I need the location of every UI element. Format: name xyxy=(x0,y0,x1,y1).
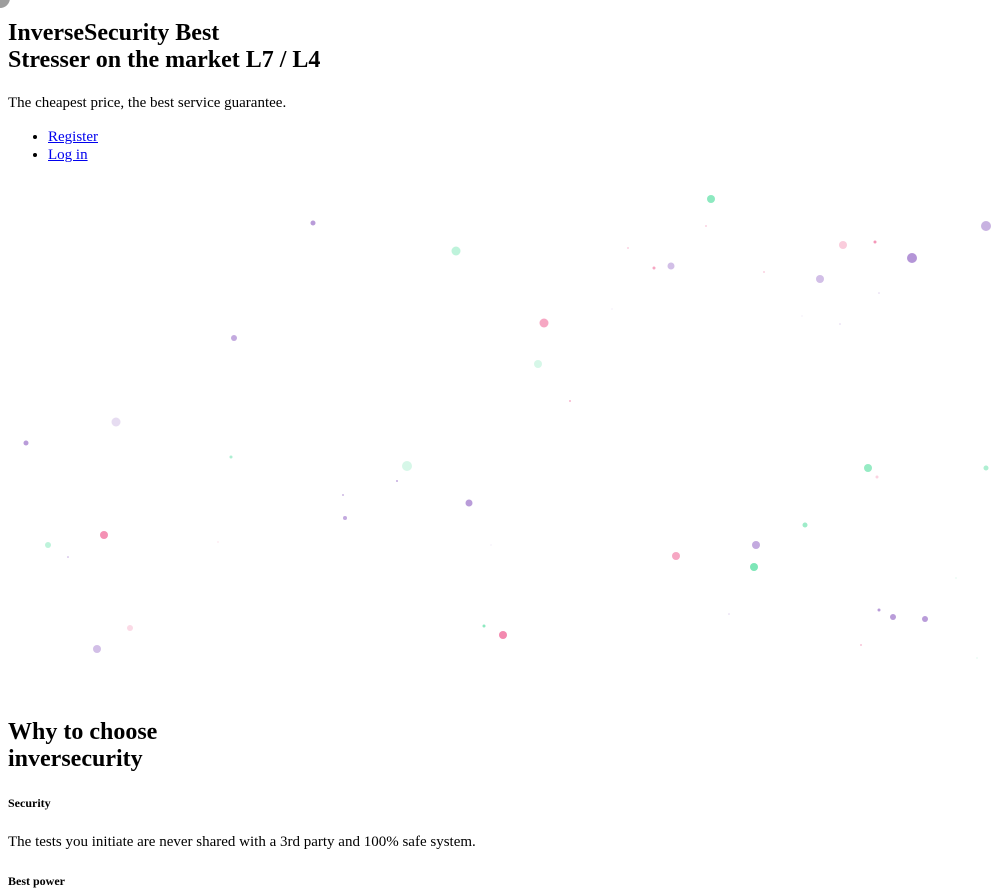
particle-dot xyxy=(983,465,989,471)
particle-dot xyxy=(816,275,824,283)
particle-dot xyxy=(67,556,69,558)
particle-dot xyxy=(907,253,917,263)
hero-title-line-1: InverseSecurity Best xyxy=(8,20,220,46)
particle-dot xyxy=(100,531,108,539)
particle-dot xyxy=(922,616,928,622)
page: InverseSecurity Best Stresser on the mar… xyxy=(0,0,1008,895)
particles-background xyxy=(23,195,991,659)
particle-dot xyxy=(981,221,991,231)
particle-dot xyxy=(451,246,461,256)
particle-dot xyxy=(802,522,808,528)
particle-dot xyxy=(534,360,542,368)
corner-badge-icon xyxy=(0,0,10,8)
particle-dot xyxy=(707,195,715,203)
why-title-line-2: inversecurity xyxy=(8,746,143,772)
particle-dot xyxy=(763,271,765,273)
particle-dot xyxy=(569,400,571,402)
nav-item-register: Register xyxy=(48,128,98,146)
particle-dot xyxy=(627,247,629,249)
register-link[interactable]: Register xyxy=(48,129,98,145)
why-title-line-1: Why to choose xyxy=(8,719,158,745)
auth-nav: Register Log in xyxy=(8,128,98,164)
particle-dot xyxy=(611,308,613,310)
particle-dot xyxy=(396,480,398,482)
particle-dot xyxy=(839,241,847,249)
particle-dot xyxy=(801,315,803,317)
particle-dot xyxy=(672,552,680,560)
particle-dot xyxy=(342,494,344,496)
particle-dot xyxy=(705,225,707,227)
login-link[interactable]: Log in xyxy=(48,147,88,163)
feature-heading-best-power: Best power xyxy=(8,874,65,888)
particles-layer xyxy=(23,195,991,659)
hero-title: InverseSecurity Best Stresser on the mar… xyxy=(8,20,320,74)
particle-dot xyxy=(539,318,549,328)
particle-dot xyxy=(890,614,896,620)
particle-dot xyxy=(976,657,978,659)
particle-dot xyxy=(465,499,473,507)
particle-dot xyxy=(728,613,730,615)
particle-dot xyxy=(875,475,879,479)
particle-dot xyxy=(839,323,841,325)
particle-dot xyxy=(229,455,233,459)
particle-dot xyxy=(23,440,29,446)
particle-dot xyxy=(652,266,656,270)
particle-dot xyxy=(343,516,347,520)
particle-dot xyxy=(873,240,877,244)
feature-text-security: The tests you initiate are never shared … xyxy=(8,834,476,850)
particle-dot xyxy=(482,624,486,628)
particle-dot xyxy=(490,544,492,546)
particle-dot xyxy=(752,541,760,549)
particle-dot xyxy=(864,464,872,472)
particle-dot xyxy=(93,645,101,653)
why-section-title: Why to choose inversecurity xyxy=(8,719,157,773)
particle-dot xyxy=(877,608,881,612)
particle-dot xyxy=(499,631,507,639)
particle-dot xyxy=(860,644,862,646)
particle-dot xyxy=(667,262,675,270)
particle-dot xyxy=(45,542,51,548)
particle-dot xyxy=(955,577,957,579)
hero-tagline: The cheapest price, the best service gua… xyxy=(8,95,287,111)
particle-dot xyxy=(750,563,758,571)
particle-dot xyxy=(217,541,219,543)
particle-dot xyxy=(402,461,412,471)
particle-dot xyxy=(111,417,121,427)
feature-heading-security: Security xyxy=(8,796,51,810)
particle-dot xyxy=(878,292,880,294)
hero-title-line-2: Stresser on the market L7 / L4 xyxy=(8,47,321,73)
nav-item-login: Log in xyxy=(48,146,98,164)
particle-dot xyxy=(127,625,133,631)
particle-dot xyxy=(231,335,237,341)
particle-dot xyxy=(310,220,316,226)
